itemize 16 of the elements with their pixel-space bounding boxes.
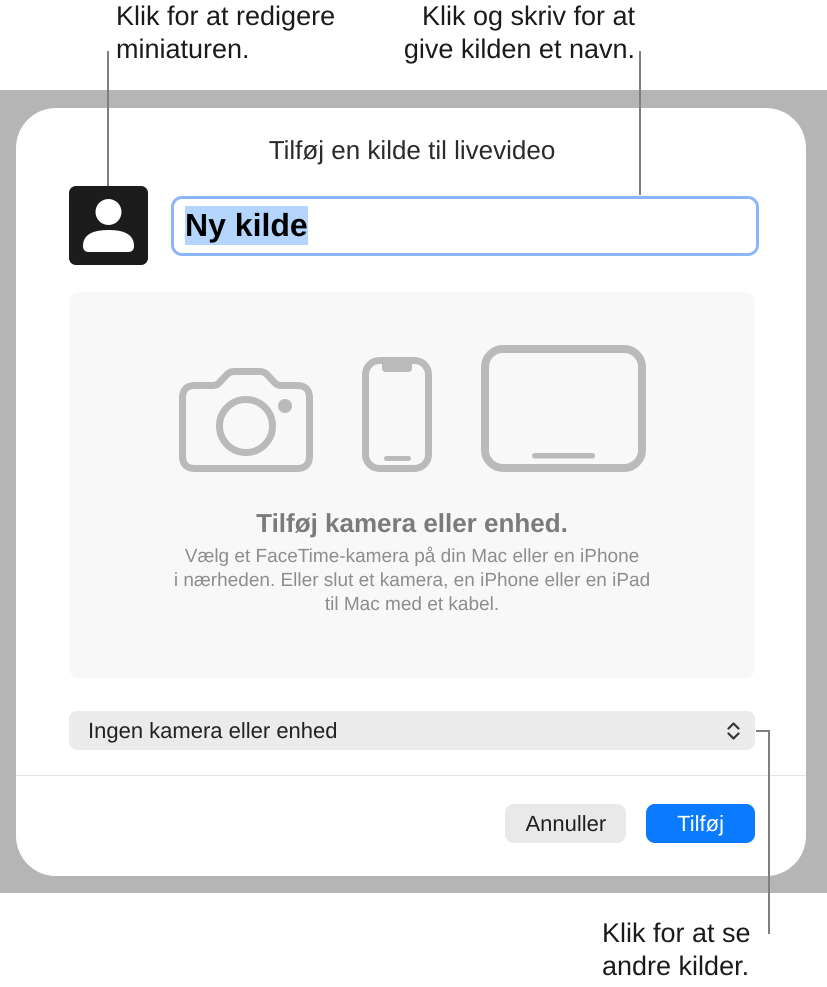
phone-icon (362, 357, 432, 472)
add-button[interactable]: Tilføj (646, 804, 755, 843)
source-popup-button[interactable]: Ingen kamera eller enhed (69, 711, 755, 750)
callout-text: Klik og skriv for at give kilden et navn. (404, 0, 635, 66)
thumbnail-button[interactable] (69, 186, 148, 265)
drop-area-description: Vælg et FaceTime-kamera på din Mac eller en iPhone i nærheden. Eller slut et kamera, en iPhone eller en iPad til Mac med et kabel. (174, 545, 650, 617)
person-icon (83, 199, 134, 252)
up-down-chevron-icon (727, 722, 740, 740)
camera-icon (178, 365, 312, 472)
name-field[interactable]: Ny kilde (171, 196, 759, 256)
cancel-button[interactable]: Annuller (505, 804, 626, 843)
dialog-title: Tilføj en kilde til livevideo (268, 134, 556, 166)
callout-text: Klik for at redigere miniaturen. (116, 0, 336, 66)
callout-text: Klik for at se andre kilder. (602, 917, 751, 983)
drop-area-heading: Tilføj kamera eller enhed. (256, 507, 568, 539)
tablet-icon (480, 345, 646, 472)
